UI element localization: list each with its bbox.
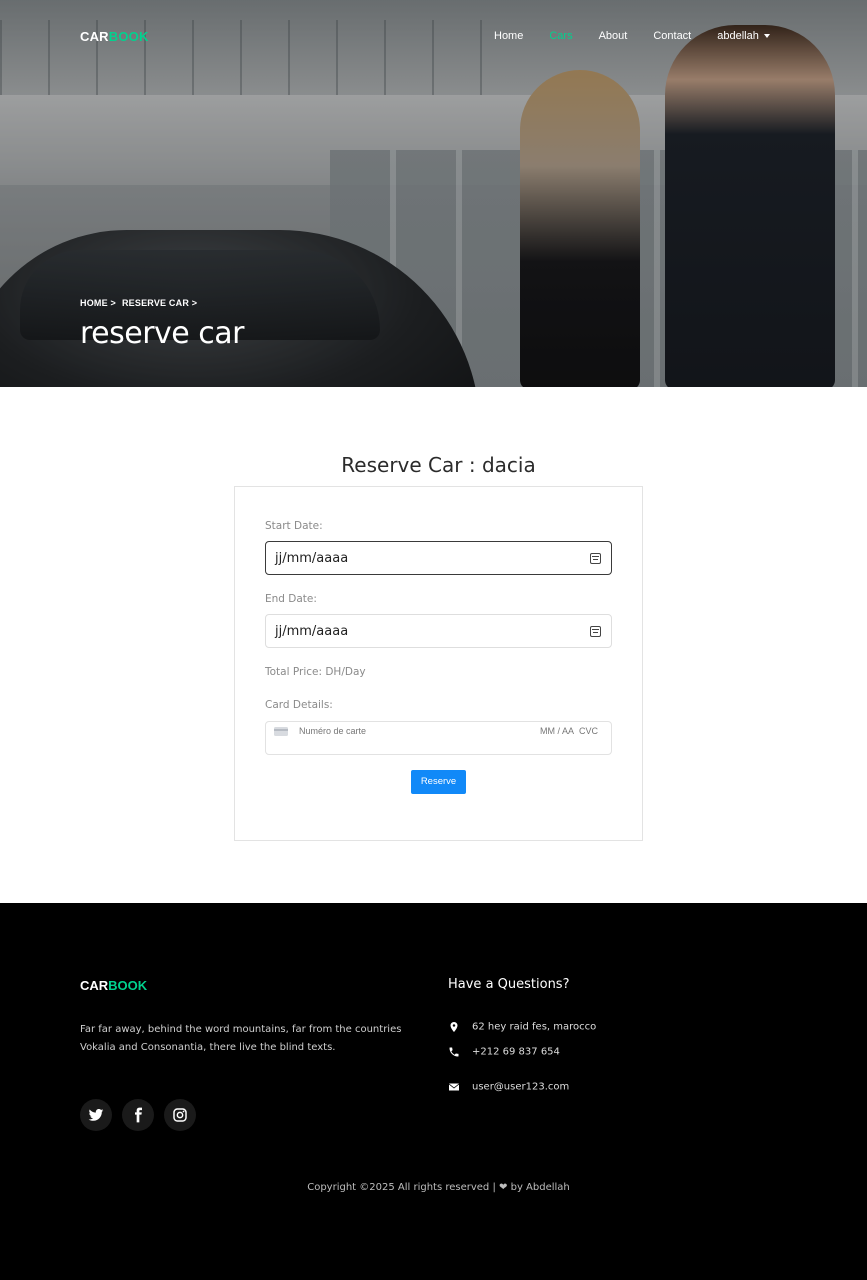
footer-brand-part1: CAR	[80, 978, 109, 993]
address-text: 62 hey raid fes, marocco	[472, 1021, 597, 1033]
nav-item-about[interactable]: About	[599, 30, 628, 42]
calendar-icon[interactable]	[590, 553, 601, 564]
page-title: reserve car	[80, 316, 245, 351]
copyright: Copyright ©2025 All rights reserved | ❤ …	[0, 1182, 867, 1193]
top-navbar: CARBOOK Home Cars About Contact abdellah	[0, 0, 867, 72]
total-price: Total Price: DH/Day	[265, 666, 366, 678]
breadcrumb-current: RESERVE CAR >	[121, 298, 198, 308]
card-details-label: Card Details:	[265, 699, 333, 711]
reserve-form: Start Date: jj/mm/aaaa End Date: jj/mm/a…	[234, 486, 643, 841]
end-date-value: jj/mm/aaaa	[275, 624, 349, 639]
social-links	[80, 1099, 196, 1131]
nav-menu: Home Cars About Contact abdellah	[494, 30, 796, 42]
twitter-icon[interactable]	[80, 1099, 112, 1131]
nav-item-contact[interactable]: Contact	[653, 30, 691, 42]
footer-about-text: Far far away, behind the word mountains,…	[80, 1024, 402, 1053]
hero-banner: CARBOOK Home Cars About Contact abdellah…	[0, 0, 867, 387]
footer-brand-part2: BOOK	[108, 978, 148, 993]
phone-text[interactable]: +212 69 837 654	[472, 1047, 560, 1058]
reserve-button[interactable]: Reserve	[411, 770, 466, 794]
heart-icon: ❤	[499, 1182, 508, 1193]
start-date-label: Start Date:	[265, 520, 323, 532]
email-text[interactable]: user@user123.com	[472, 1082, 569, 1093]
phone-icon	[448, 1046, 460, 1058]
facebook-icon[interactable]	[122, 1099, 154, 1131]
nav-item-home[interactable]: Home	[494, 30, 523, 42]
calendar-icon[interactable]	[590, 626, 601, 637]
footer-address: 62 hey raid fes, marocco	[448, 1021, 596, 1033]
copyright-text: Copyright ©2025 All rights reserved |	[307, 1182, 496, 1193]
end-date-input[interactable]: jj/mm/aaaa	[265, 614, 612, 648]
footer-email: user@user123.com	[448, 1081, 569, 1093]
breadcrumb-home[interactable]: HOME >	[80, 298, 116, 308]
credit-card-icon	[274, 727, 288, 736]
nav-item-cars[interactable]: Cars	[549, 30, 572, 42]
card-details-input[interactable]: Numéro de carte MM / AA CVC	[265, 721, 612, 755]
card-cvc-field[interactable]: CVC	[579, 726, 598, 736]
footer-brand-logo[interactable]: CARBOOK	[80, 978, 147, 993]
envelope-icon	[448, 1081, 460, 1093]
card-expiry-field[interactable]: MM / AA	[540, 726, 574, 736]
footer-questions-heading: Have a Questions?	[448, 977, 570, 992]
user-dropdown[interactable]: abdellah	[717, 30, 770, 42]
footer: CARBOOK Far far away, behind the word mo…	[0, 903, 867, 1280]
breadcrumb: HOME > RESERVE CAR >	[80, 298, 203, 308]
brand-logo[interactable]: CARBOOK	[80, 29, 149, 44]
user-name: abdellah	[717, 30, 759, 42]
start-date-value: jj/mm/aaaa	[275, 551, 349, 566]
footer-phone: +212 69 837 654	[448, 1046, 560, 1058]
instagram-icon[interactable]	[164, 1099, 196, 1131]
start-date-input[interactable]: jj/mm/aaaa	[265, 541, 612, 575]
copyright-author: by Abdellah	[510, 1182, 570, 1193]
card-number-field[interactable]: Numéro de carte	[299, 726, 366, 736]
brand-part1: CAR	[80, 29, 109, 44]
end-date-label: End Date:	[265, 593, 317, 605]
brand-part2: BOOK	[108, 29, 149, 44]
reserve-heading: Reserve Car : dacia	[341, 453, 536, 477]
caret-down-icon	[763, 34, 770, 39]
map-marker-icon	[448, 1021, 460, 1033]
